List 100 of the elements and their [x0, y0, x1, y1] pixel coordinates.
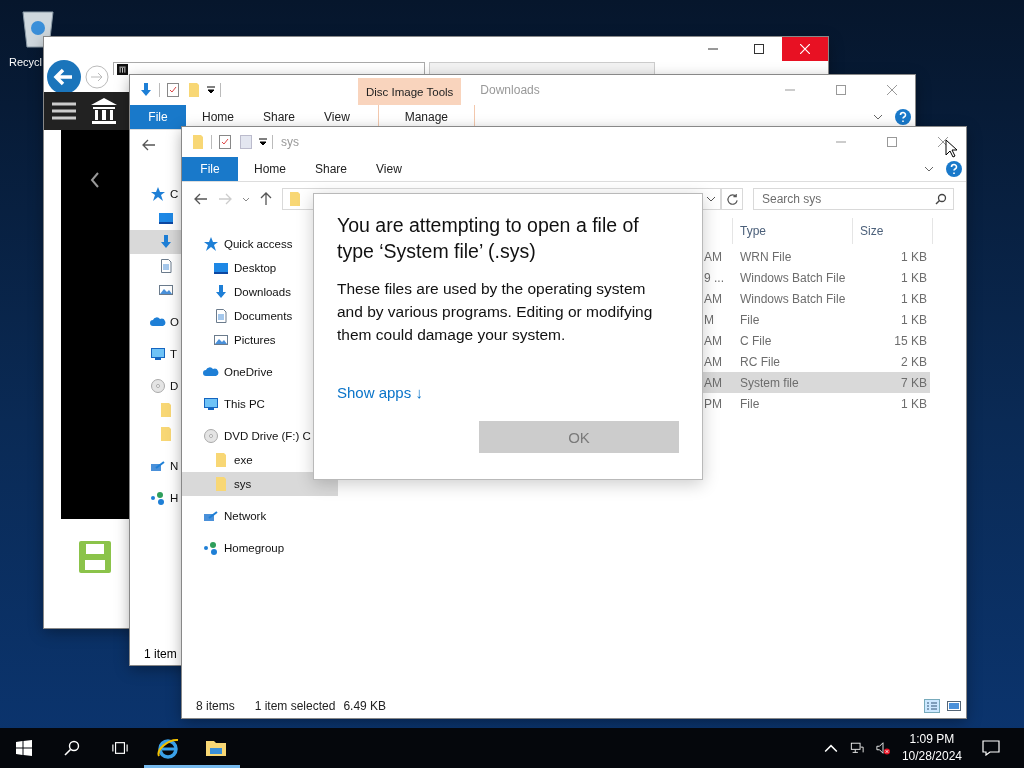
search-field[interactable]: Search sys [753, 188, 954, 210]
window-title: sys [281, 135, 299, 149]
monitor-icon [213, 260, 229, 276]
chevron-down-icon[interactable] [873, 114, 883, 120]
document-icon [213, 308, 229, 324]
type-cell-text: WRN File [739, 249, 793, 264]
caret-icon[interactable] [259, 138, 267, 146]
nav-item[interactable]: sys [182, 472, 338, 496]
date-cell-text: AM [703, 354, 723, 369]
clock-time[interactable]: 1:09 PM [909, 731, 955, 748]
size-cell-text: 1 KB [900, 312, 928, 327]
search-icon[interactable] [64, 740, 80, 756]
ribbon-tab[interactable]: Home [189, 105, 247, 129]
file-row[interactable]: AM RC File 2 KB [700, 351, 930, 372]
caret-icon[interactable] [207, 86, 215, 94]
down-arrow-icon [213, 284, 229, 300]
file-row[interactable]: AM System file 7 KB [700, 372, 930, 393]
windows-logo-icon[interactable] [16, 740, 32, 756]
selection-status: 1 item selected [254, 699, 336, 713]
item-count: 8 items [196, 699, 235, 713]
chevron-left-icon[interactable] [90, 172, 100, 188]
columns-icon[interactable] [90, 97, 118, 125]
star-icon [203, 236, 219, 252]
back-arrow-icon[interactable] [194, 193, 208, 205]
date-cell-text: AM [703, 291, 723, 306]
back-arrow-icon[interactable] [142, 139, 156, 151]
size-cell-text: 1 KB [900, 249, 928, 264]
help-icon[interactable] [946, 161, 962, 177]
status-text: 1 item [143, 647, 178, 663]
file-row[interactable]: AM Windows Batch File 1 KB [700, 288, 930, 309]
type-cell-text: C File [739, 333, 773, 348]
column-header[interactable]: Type [733, 218, 853, 244]
nav-item[interactable]: Homegroup [182, 536, 338, 560]
chevron-down-icon[interactable] [924, 166, 934, 172]
folder-icon [158, 426, 174, 442]
size-cell-text: 7 KB [900, 375, 928, 390]
size-cell-text: 1 KB [900, 396, 928, 411]
nav-item[interactable]: D [130, 374, 182, 398]
file-row[interactable]: 9 ... Windows Batch File 1 KB [700, 267, 930, 288]
type-cell-text: System file [739, 375, 800, 390]
nav-item[interactable]: N [130, 454, 182, 478]
nav-item[interactable]: T [130, 342, 182, 366]
selection-size: 6.49 KB [343, 699, 387, 713]
folder-icon [158, 402, 174, 418]
file-tab[interactable]: File [130, 105, 186, 129]
clock-date[interactable]: 10/28/2024 [901, 748, 962, 765]
chevron-down-icon[interactable] [706, 196, 716, 202]
file-row[interactable]: PM File 1 KB [700, 393, 930, 414]
column-header[interactable]: Size [853, 218, 933, 244]
context-tab-group: Disc Image Tools [358, 78, 462, 105]
show-apps-link[interactable]: Show apps ↓ [337, 384, 423, 401]
chevron-down-icon[interactable] [242, 196, 250, 202]
properties-icon[interactable] [217, 134, 233, 150]
date-cell-text: M [703, 312, 715, 327]
size-cell-text: 1 KB [900, 291, 928, 306]
properties-icon[interactable] [165, 82, 181, 98]
close-icon[interactable] [938, 137, 948, 147]
ribbon-tab[interactable]: View [311, 105, 363, 129]
up-arrow-icon[interactable] [260, 192, 272, 206]
file-row[interactable]: AM WRN File 1 KB [700, 246, 930, 267]
nav-item[interactable]: O [130, 310, 182, 334]
file-row[interactable]: AM C File 15 KB [700, 330, 930, 351]
star-icon [150, 186, 166, 202]
folder-icon [213, 476, 229, 492]
date-cell-text: AM [703, 249, 723, 264]
file-tab[interactable]: File [182, 157, 238, 181]
computer-icon [150, 346, 166, 362]
file-row[interactable]: M File 1 KB [700, 309, 930, 330]
browser-logo-icon[interactable] [156, 736, 180, 760]
nav-item[interactable]: H [130, 486, 182, 510]
date-cell-text: PM [703, 396, 723, 411]
notification-icon[interactable] [982, 740, 1000, 756]
mouse-cursor-icon [945, 139, 957, 158]
date-cell-text: AM [703, 375, 723, 390]
disc-icon [203, 428, 219, 444]
speaker-icon[interactable] [875, 741, 890, 755]
document-icon [158, 258, 174, 274]
maximize-icon[interactable] [754, 44, 764, 54]
picture-icon [158, 282, 174, 298]
down-arrow-icon[interactable] [138, 82, 154, 98]
monitor-icon [158, 210, 174, 226]
ribbon-tab[interactable]: Share [302, 157, 361, 181]
network-icon [150, 458, 166, 474]
menu-icon[interactable] [52, 101, 76, 121]
thumbnails-view-icon[interactable] [946, 699, 962, 713]
ribbon-tab[interactable]: View [363, 157, 415, 181]
ribbon-tab[interactable]: Home [241, 157, 299, 181]
computer-icon [203, 396, 219, 412]
dialog-title: You are attempting to open a file of type ‘System file’ (.sys) [337, 213, 640, 264]
folder-icon [213, 452, 229, 468]
search-icon [935, 193, 947, 205]
nav-item[interactable]: C [130, 182, 182, 206]
network-icon[interactable] [849, 741, 864, 755]
ribbon-tab[interactable]: Share [250, 105, 309, 129]
type-cell-text: File [739, 396, 761, 411]
type-cell-text: Windows Batch File [739, 291, 847, 306]
help-icon[interactable] [895, 109, 911, 125]
task-view-icon[interactable] [112, 740, 128, 756]
nav-item[interactable]: Network [182, 504, 338, 528]
desktop-icon-label[interactable]: Recycl [9, 56, 42, 68]
